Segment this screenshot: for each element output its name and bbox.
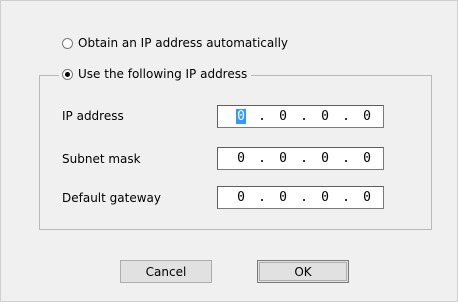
default-gateway-label: Default gateway <box>62 191 161 205</box>
auto-ip-label: Obtain an IP address automatically <box>78 36 289 50</box>
ok-button[interactable]: OK <box>257 260 349 283</box>
mask-octet-4[interactable]: 0 <box>356 151 378 166</box>
subnet-mask-label: Subnet mask <box>62 152 141 166</box>
cancel-button[interactable]: Cancel <box>120 260 212 283</box>
auto-ip-option[interactable]: Obtain an IP address automatically <box>62 34 288 52</box>
subnet-mask-input[interactable]: 0 . 0 . 0 . 0 <box>217 147 384 170</box>
auto-ip-radio[interactable] <box>62 37 73 49</box>
ip-address-label: IP address <box>62 109 124 123</box>
octet-separator: . <box>300 109 308 124</box>
octet-separator: . <box>300 151 308 166</box>
octet-separator: . <box>258 190 266 205</box>
gateway-octet-3[interactable]: 0 <box>314 190 336 205</box>
manual-ip-option[interactable]: Use the following IP address <box>59 65 252 83</box>
ip-octet-4[interactable]: 0 <box>356 109 378 124</box>
mask-octet-1[interactable]: 0 <box>230 151 252 166</box>
ip-octet-3[interactable]: 0 <box>314 109 336 124</box>
octet-separator: . <box>342 190 350 205</box>
gateway-octet-4[interactable]: 0 <box>356 190 378 205</box>
ip-octet-2[interactable]: 0 <box>272 109 294 124</box>
gateway-octet-1[interactable]: 0 <box>230 190 252 205</box>
ip-settings-dialog: Obtain an IP address automatically Use t… <box>0 0 458 302</box>
default-gateway-input[interactable]: 0 . 0 . 0 . 0 <box>217 186 384 209</box>
mask-octet-3[interactable]: 0 <box>314 151 336 166</box>
octet-separator: . <box>300 190 308 205</box>
mask-octet-2[interactable]: 0 <box>272 151 294 166</box>
octet-separator: . <box>342 109 350 124</box>
ip-octet-1[interactable]: 0 <box>230 109 252 124</box>
ip-address-input[interactable]: 0 . 0 . 0 . 0 <box>217 105 384 128</box>
octet-separator: . <box>342 151 350 166</box>
manual-ip-label: Use the following IP address <box>78 67 248 81</box>
octet-separator: . <box>258 151 266 166</box>
manual-ip-radio[interactable] <box>62 68 73 80</box>
octet-separator: . <box>258 109 266 124</box>
gateway-octet-2[interactable]: 0 <box>272 190 294 205</box>
